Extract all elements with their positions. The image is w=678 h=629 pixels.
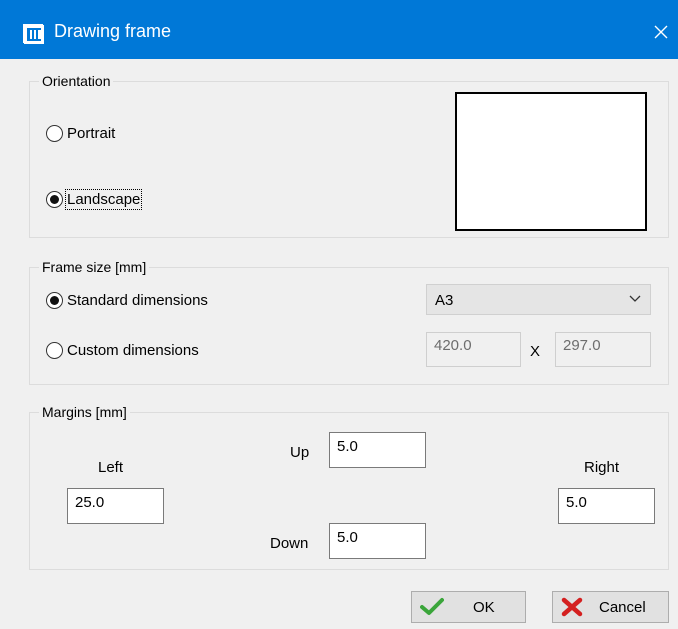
- custom-dimensions-radio[interactable]: Custom dimensions: [46, 342, 199, 359]
- checkmark-icon: [420, 598, 444, 615]
- up-margin-label: Up: [290, 444, 310, 461]
- up-margin-field[interactable]: 5.0: [329, 432, 426, 468]
- standard-size-value: A3: [435, 292, 454, 309]
- orientation-preview: [455, 92, 647, 231]
- left-margin-label: Left: [98, 459, 124, 476]
- red-x-icon: [561, 597, 583, 617]
- close-icon: [654, 25, 668, 39]
- custom-height-field[interactable]: 297.0: [555, 332, 651, 367]
- standard-dimensions-label: Standard dimensions: [67, 292, 208, 309]
- ok-label: OK: [473, 599, 495, 616]
- drawing-frame-dialog: Drawing frame Orientation Portrait Lands…: [0, 0, 678, 629]
- portrait-radio-button[interactable]: [46, 125, 63, 142]
- frame-icon: [23, 24, 44, 44]
- custom-dimensions-label: Custom dimensions: [67, 342, 199, 359]
- orientation-legend: Orientation: [39, 73, 114, 89]
- left-margin-field[interactable]: 25.0: [67, 488, 164, 524]
- title-bar: Drawing frame: [0, 0, 678, 59]
- cancel-label: Cancel: [599, 599, 646, 616]
- landscape-label: Landscape: [64, 189, 143, 210]
- window-title: Drawing frame: [54, 21, 172, 41]
- ok-button[interactable]: OK: [411, 591, 526, 623]
- landscape-radio[interactable]: Landscape: [46, 189, 143, 210]
- right-margin-label: Right: [584, 459, 620, 476]
- right-margin-field[interactable]: 5.0: [558, 488, 655, 524]
- custom-width-field[interactable]: 420.0: [426, 332, 521, 367]
- margins-legend: Margins [mm]: [39, 404, 130, 420]
- frame-size-legend: Frame size [mm]: [39, 259, 150, 275]
- chevron-down-icon: [629, 295, 641, 302]
- portrait-label: Portrait: [67, 125, 116, 142]
- portrait-radio[interactable]: Portrait: [46, 125, 115, 142]
- custom-dimensions-radio-button[interactable]: [46, 342, 63, 359]
- cancel-button[interactable]: Cancel: [552, 591, 669, 623]
- landscape-radio-button[interactable]: [46, 191, 63, 208]
- standard-dimensions-radio[interactable]: Standard dimensions: [46, 292, 208, 309]
- down-margin-field[interactable]: 5.0: [329, 523, 426, 559]
- close-button[interactable]: [644, 12, 678, 52]
- dimension-separator: X: [530, 343, 541, 360]
- down-margin-label: Down: [270, 535, 309, 552]
- standard-size-select[interactable]: A3: [426, 284, 651, 315]
- standard-dimensions-radio-button[interactable]: [46, 292, 63, 309]
